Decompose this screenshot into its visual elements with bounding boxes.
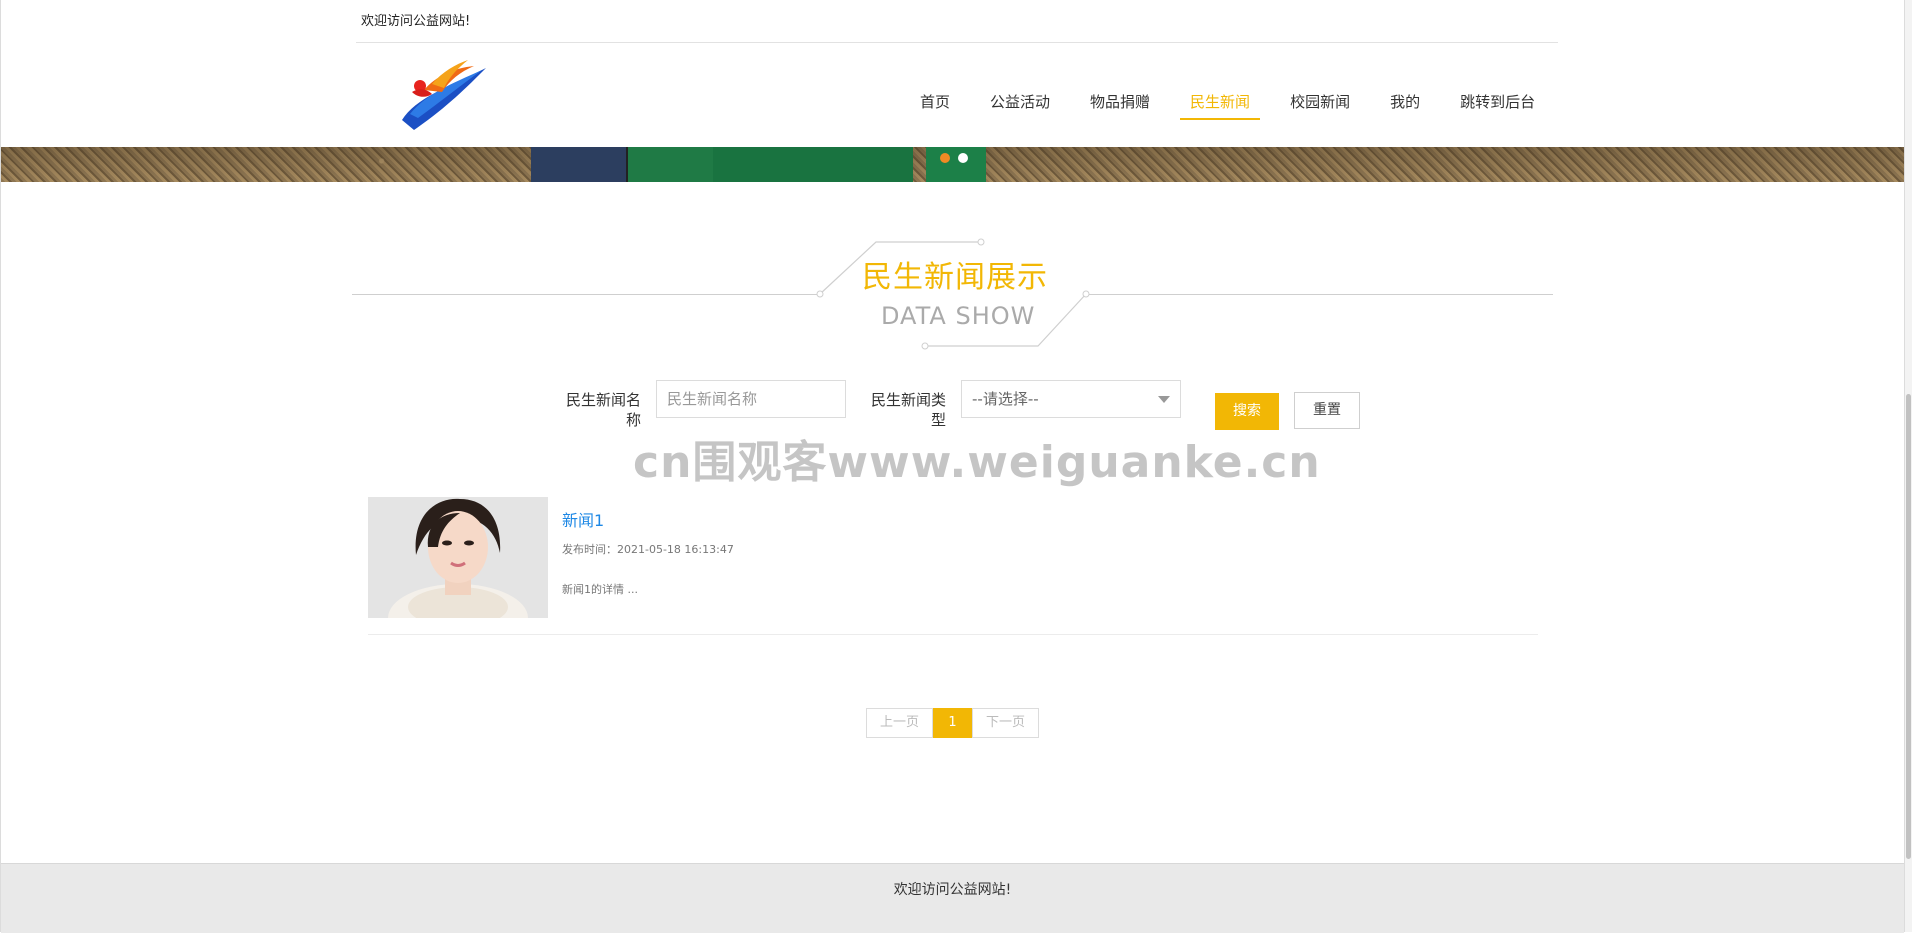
search-button[interactable]: 搜索 [1215, 393, 1279, 430]
chevron-down-icon [1158, 396, 1170, 403]
title-divider-right [1087, 294, 1553, 295]
nav-item-campus-news[interactable]: 校园新闻 [1290, 90, 1350, 120]
news-title-link[interactable]: 新闻1 [562, 507, 604, 531]
top-welcome-text: 欢迎访问公益网站! [361, 14, 471, 29]
footer-text: 欢迎访问公益网站! [893, 882, 1012, 898]
news-description: 新闻1的详情 ... [562, 583, 638, 596]
news-time-label: 发布时间： [562, 543, 617, 556]
news-type-select[interactable]: --请选择-- [961, 380, 1181, 418]
news-thumbnail-image[interactable] [368, 497, 548, 618]
section-subtitle: DATA SHOW [881, 302, 1036, 330]
current-page-button[interactable]: 1 [933, 708, 972, 738]
nav-item-donations[interactable]: 物品捐赠 [1090, 90, 1150, 120]
scrollbar-thumb[interactable] [1906, 394, 1911, 859]
nav-item-home[interactable]: 首页 [920, 90, 950, 120]
title-divider-left [352, 294, 822, 295]
footer: 欢迎访问公益网站! [1, 863, 1904, 933]
news-name-input[interactable] [656, 380, 846, 418]
nav-item-mine[interactable]: 我的 [1390, 90, 1420, 120]
search-name-label: 民生新闻名称 [565, 391, 641, 429]
search-type-label: 民生新闻类型 [870, 391, 946, 429]
pagination: 上一页 1 下一页 [866, 708, 1039, 738]
next-page-button[interactable]: 下一页 [972, 708, 1039, 738]
nav-item-admin[interactable]: 跳转到后台 [1460, 90, 1535, 120]
nav-item-charity-activities[interactable]: 公益活动 [990, 90, 1050, 120]
prev-page-button[interactable]: 上一页 [866, 708, 933, 738]
news-list-item[interactable]: 新闻1 发布时间：2021-05-18 16:13:47 新闻1的详情 ... [368, 497, 1538, 635]
main-nav: 首页 公益活动 物品捐赠 民生新闻 校园新闻 我的 跳转到后台 [900, 90, 1555, 122]
logo-emblem-icon [402, 60, 486, 130]
reset-button[interactable]: 重置 [1294, 392, 1360, 429]
carousel-dot-2[interactable] [958, 153, 968, 163]
news-type-selected: --请选择-- [972, 390, 1039, 408]
section-title: 民生新闻展示 [862, 260, 1048, 295]
news-time-value: 2021-05-18 16:13:47 [617, 543, 734, 556]
nav-item-livelihood-news[interactable]: 民生新闻 [1180, 90, 1261, 120]
top-divider [356, 42, 1558, 43]
portrait-image [368, 497, 548, 618]
watermark-text: cn围观客www.weiguanke.cn [633, 437, 1321, 488]
carousel-dot-1[interactable] [940, 153, 950, 163]
hero-banner [1, 147, 1904, 182]
site-logo[interactable] [396, 58, 492, 134]
news-publish-time: 发布时间：2021-05-18 16:13:47 [562, 541, 734, 557]
